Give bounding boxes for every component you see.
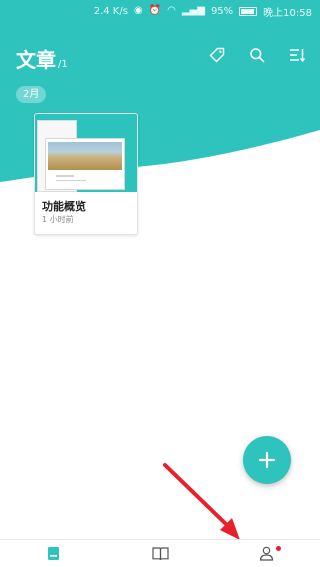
plus-icon: [258, 451, 276, 469]
tag-icon[interactable]: [208, 46, 226, 64]
search-icon[interactable]: [248, 46, 266, 64]
eye-icon: ◉: [133, 5, 143, 16]
nav-profile[interactable]: [213, 540, 320, 567]
title-text: 文章: [16, 48, 56, 72]
thumbnail-photo: [48, 142, 122, 170]
thumbnail-text-line: [56, 175, 74, 177]
signal-icon: ▂▄▆: [181, 5, 205, 16]
nav-articles[interactable]: [0, 540, 107, 567]
article-card[interactable]: 功能概览 1 小时前: [34, 113, 138, 235]
bottom-nav: [0, 539, 320, 567]
article-count: /1: [58, 59, 68, 70]
thumbnail-text-line: [56, 180, 86, 181]
thumbnail-front-page: [45, 138, 125, 190]
month-chip[interactable]: 2月: [16, 86, 47, 103]
nav-book[interactable]: [107, 540, 214, 567]
article-thumbnail: [35, 114, 137, 192]
status-time: 晚上10:58: [263, 7, 312, 19]
notification-dot: [276, 546, 282, 551]
page-title: 文章 /1: [16, 44, 68, 73]
sort-list-icon[interactable]: [288, 46, 306, 64]
status-bar: 2.4 K/s ◉ ⏰ ◠ ▂▄▆ 95% 晚上10:58: [0, 0, 320, 22]
book-tab-icon: [151, 547, 169, 561]
article-title: 功能概览: [42, 200, 86, 213]
wifi-icon: ◠: [167, 5, 176, 16]
add-article-button[interactable]: [243, 436, 291, 484]
articles-tab-icon: [47, 547, 59, 560]
battery-icon: [239, 6, 258, 16]
battery-percent: 95%: [210, 5, 234, 17]
article-time: 1 小时前: [42, 215, 74, 224]
header-actions: [208, 46, 306, 64]
profile-tab-icon: [260, 546, 274, 561]
alarm-icon: ⏰: [148, 5, 162, 16]
net-speed: 2.4 K/s: [93, 5, 128, 17]
